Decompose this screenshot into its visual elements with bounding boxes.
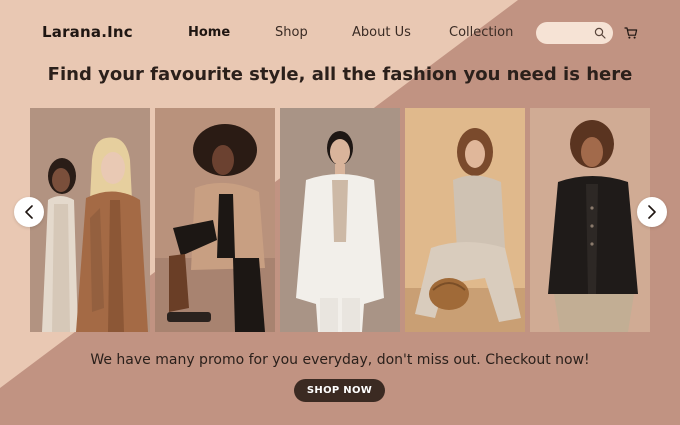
hero-headline: Find your favourite style, all the fashi… [47,64,633,85]
fashion-photo-4 [405,108,525,332]
carousel-photo-two-models[interactable] [30,108,150,332]
chevron-right-icon [648,205,656,219]
fashion-photo-3 [280,108,400,332]
brand-logo[interactable]: Larana.Inc [42,23,133,41]
fashion-photo-5 [530,108,650,332]
nav-home-link[interactable]: Home [188,25,230,40]
carousel-photo-knit-set[interactable] [405,108,525,332]
carousel-photo-black-cardigan[interactable] [530,108,650,332]
nav-collection-link[interactable]: Collection [449,25,513,40]
promo-text: We have many promo for you everyday, don… [90,352,590,368]
search-icon[interactable] [594,27,606,39]
navbar: Larana.Inc Home Shop About Us Collection [0,0,680,66]
search-input[interactable] [546,25,596,41]
nav-shop-link[interactable]: Shop [275,25,308,40]
product-carousel [30,108,650,332]
carousel-next-button[interactable] [637,197,667,227]
chevron-left-icon [25,205,33,219]
carousel-photo-tan-blazer[interactable] [155,108,275,332]
carousel-photo-white-suit[interactable] [280,108,400,332]
cart-icon[interactable] [624,26,638,40]
fashion-photo-1 [30,108,150,332]
fashion-photo-2 [155,108,275,332]
shop-now-button[interactable]: SHOP NOW [294,379,385,402]
carousel-prev-button[interactable] [14,197,44,227]
search-box[interactable] [536,22,613,44]
nav-about-link[interactable]: About Us [352,25,411,40]
